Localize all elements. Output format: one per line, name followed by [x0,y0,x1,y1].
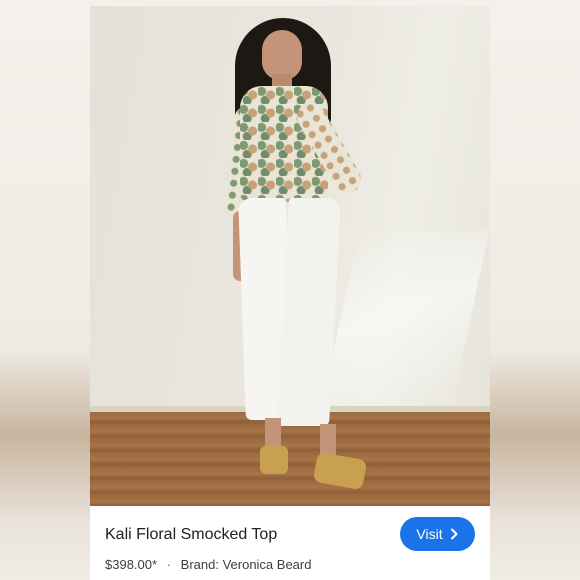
product-image[interactable] [90,6,490,506]
product-card: Kali Floral Smocked Top $398.00* · Brand… [90,6,490,580]
product-info-bar: Kali Floral Smocked Top $398.00* · Brand… [90,506,490,580]
clog-shoe [260,446,288,474]
product-title[interactable]: Kali Floral Smocked Top [105,526,277,544]
visit-label: Visit [416,526,443,542]
wood-floor [90,412,490,506]
product-meta: $398.00* · Brand: Veronica Beard [105,557,311,572]
chevron-right-icon [449,528,459,540]
blurred-background-left [0,0,90,580]
product-price: $398.00* [105,557,158,572]
blurred-background-right [490,0,580,580]
product-brand: Brand: Veronica Beard [180,557,312,572]
visit-button[interactable]: Visit [400,517,475,551]
meta-separator: · [166,557,172,572]
